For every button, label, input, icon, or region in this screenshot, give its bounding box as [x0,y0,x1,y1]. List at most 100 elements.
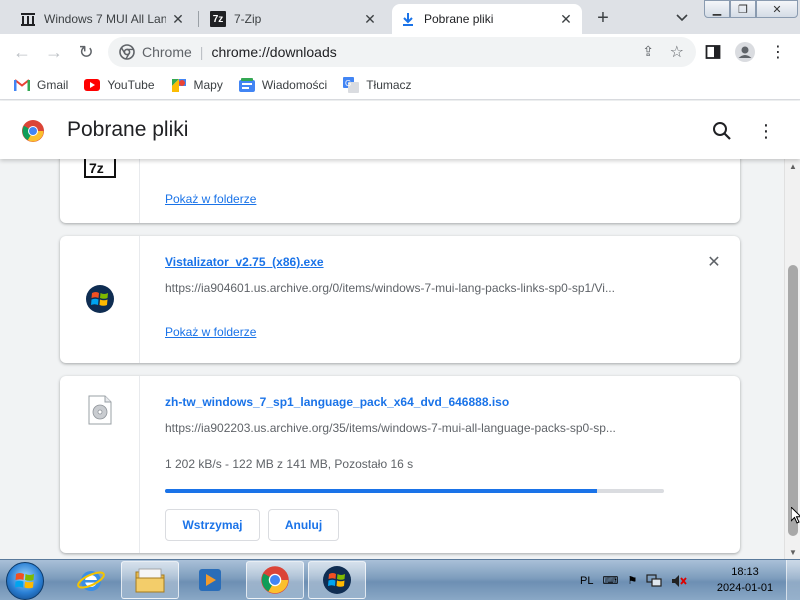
downloads-header: Pobrane pliki ⋮ [0,101,800,159]
taskbar-clock[interactable]: 18:13 2024-01-01 [708,564,782,596]
start-button[interactable] [6,562,44,600]
card-divider [139,159,140,223]
close-window-button[interactable]: ✕ [756,0,798,18]
keyboard-icon[interactable]: ⌨ [602,574,618,587]
bookmark-label: Mapy [193,77,223,92]
profile-button[interactable] [733,40,757,64]
show-in-folder-link[interactable]: Pokaż w folderze [165,192,256,206]
bookmark-news[interactable]: Wiadomości [238,77,328,93]
chrome-logo-icon [22,120,44,142]
forward-button[interactable]: → [42,40,66,64]
plus-icon: + [597,6,609,29]
bookmark-label: Gmail [37,77,69,92]
bookmark-star-icon[interactable]: ☆ [670,42,684,62]
search-icon[interactable] [711,120,733,142]
taskbar-chrome[interactable] [246,561,304,599]
arrow-left-icon: ← [13,41,31,62]
close-icon[interactable]: ✕ [170,11,186,27]
download-progress-bar [165,489,664,493]
page-title: Pobrane pliki [67,118,189,141]
bookmarks-bar: Gmail YouTube Mapy Wiadomości G Tłumacz [0,70,800,100]
remove-from-list-button[interactable]: ✕ [704,252,724,272]
download-status: 1 202 kB/s - 122 MB z 141 MB, Pozostało … [165,457,414,471]
tab-title: Windows 7 MUI All Lang [44,12,166,26]
internet-explorer-icon [77,571,105,591]
scroll-up-icon[interactable]: ▲ [785,159,800,173]
minimize-button[interactable]: ▁ [704,0,730,18]
progress-fill [165,489,597,493]
scroll-down-icon[interactable]: ▼ [785,545,800,559]
archive-icon [20,11,36,27]
gmail-icon [14,77,30,93]
chrome-menu-button[interactable]: ⋮ [766,40,790,64]
network-icon[interactable] [646,573,662,588]
cancel-button[interactable]: Anuluj [268,509,339,541]
youtube-icon [84,77,101,93]
pause-button[interactable]: Wstrzymaj [165,509,260,541]
reload-button[interactable]: ↻ [74,40,98,64]
bookmark-label: Wiadomości [261,77,328,92]
scrollbar-thumb[interactable] [788,265,798,536]
mouse-cursor-icon [791,507,800,524]
download-filename-link[interactable]: zh-tw_windows_7_sp1_language_pack_x64_dv… [165,395,509,409]
taskbar-vistalizator[interactable] [308,561,366,599]
tab-title: 7-Zip [234,12,262,26]
close-icon[interactable]: ✕ [362,11,378,27]
browser-toolbar: ← → ↻ Chrome | chrome://downloads ⇪ ☆ ⋮ [0,34,800,70]
show-desktop-button[interactable] [786,560,800,600]
bookmark-gmail[interactable]: Gmail [14,77,68,93]
system-tray: PL ⌨ ⚑ [580,560,696,600]
downloads-list: 7z Pokaż w folderze Vistalizator_v2.75_(… [0,159,784,559]
clock-date: 2024-01-01 [716,582,774,594]
chevron-down-icon [676,14,688,22]
side-panel-button[interactable] [701,40,725,64]
bookmark-label: YouTube [107,77,155,92]
taskbar-media-player[interactable] [181,561,239,599]
news-icon [238,77,255,93]
close-icon: ✕ [707,254,721,271]
show-in-folder-link[interactable]: Pokaż w folderze [165,325,256,339]
chrome-logo-icon [261,566,289,594]
volume-muted-icon[interactable] [671,574,687,588]
maximize-button[interactable]: ❐ [730,0,756,18]
new-tab-button[interactable]: + [591,6,615,30]
download-filename-link[interactable]: Vistalizator_v2.75_(x86).exe [165,255,324,269]
taskbar-internet-explorer[interactable] [62,561,120,599]
share-icon[interactable]: ⇪ [642,43,654,60]
reload-icon: ↻ [78,41,94,62]
media-player-icon [199,569,221,591]
folder-icon [135,568,165,593]
back-button[interactable]: ← [10,40,34,64]
bookmark-maps[interactable]: Mapy [171,77,223,93]
bookmark-youtube[interactable]: YouTube [84,77,155,93]
taskbar-explorer[interactable] [121,561,179,599]
tab-downloads[interactable]: Pobrane pliki ✕ [392,4,582,34]
language-indicator[interactable]: PL [580,575,593,587]
more-actions-button[interactable]: ⋮ [756,120,776,142]
close-icon[interactable]: ✕ [558,11,574,27]
maps-icon [171,77,187,93]
tab-windows7-mui[interactable]: Windows 7 MUI All Lang ✕ [12,4,194,34]
page-scrollbar[interactable]: ▲ ▼ [784,159,800,559]
site-chip: Chrome [142,44,192,60]
tab-7zip[interactable]: 7z 7-Zip ✕ [202,4,386,34]
action-center-flag-icon[interactable]: ⚑ [627,574,637,587]
svg-text:G: G [345,79,351,88]
bookmark-translate[interactable]: G Tłumacz [343,76,412,93]
bookmark-label: Tłumacz [366,77,412,92]
tab-search-button[interactable] [670,6,694,30]
more-vert-icon: ⋮ [757,120,775,141]
download-item-in-progress: zh-tw_windows_7_sp1_language_pack_x64_dv… [60,376,740,553]
tab-divider [198,11,199,27]
clock-time: 18:13 [731,566,759,578]
download-item: Vistalizator_v2.75_(x86).exe https://ia9… [60,236,740,363]
download-item: 7z Pokaż w folderze [60,159,740,223]
windows-logo-icon [84,283,116,315]
address-bar[interactable]: Chrome | chrome://downloads ⇪ ☆ [108,37,696,67]
translate-icon: G [343,76,360,93]
windows-logo-icon [323,566,351,594]
side-panel-icon [705,45,721,59]
close-icon: ✕ [772,3,782,16]
disc-image-icon [84,394,116,426]
restore-icon: ❐ [738,3,748,16]
